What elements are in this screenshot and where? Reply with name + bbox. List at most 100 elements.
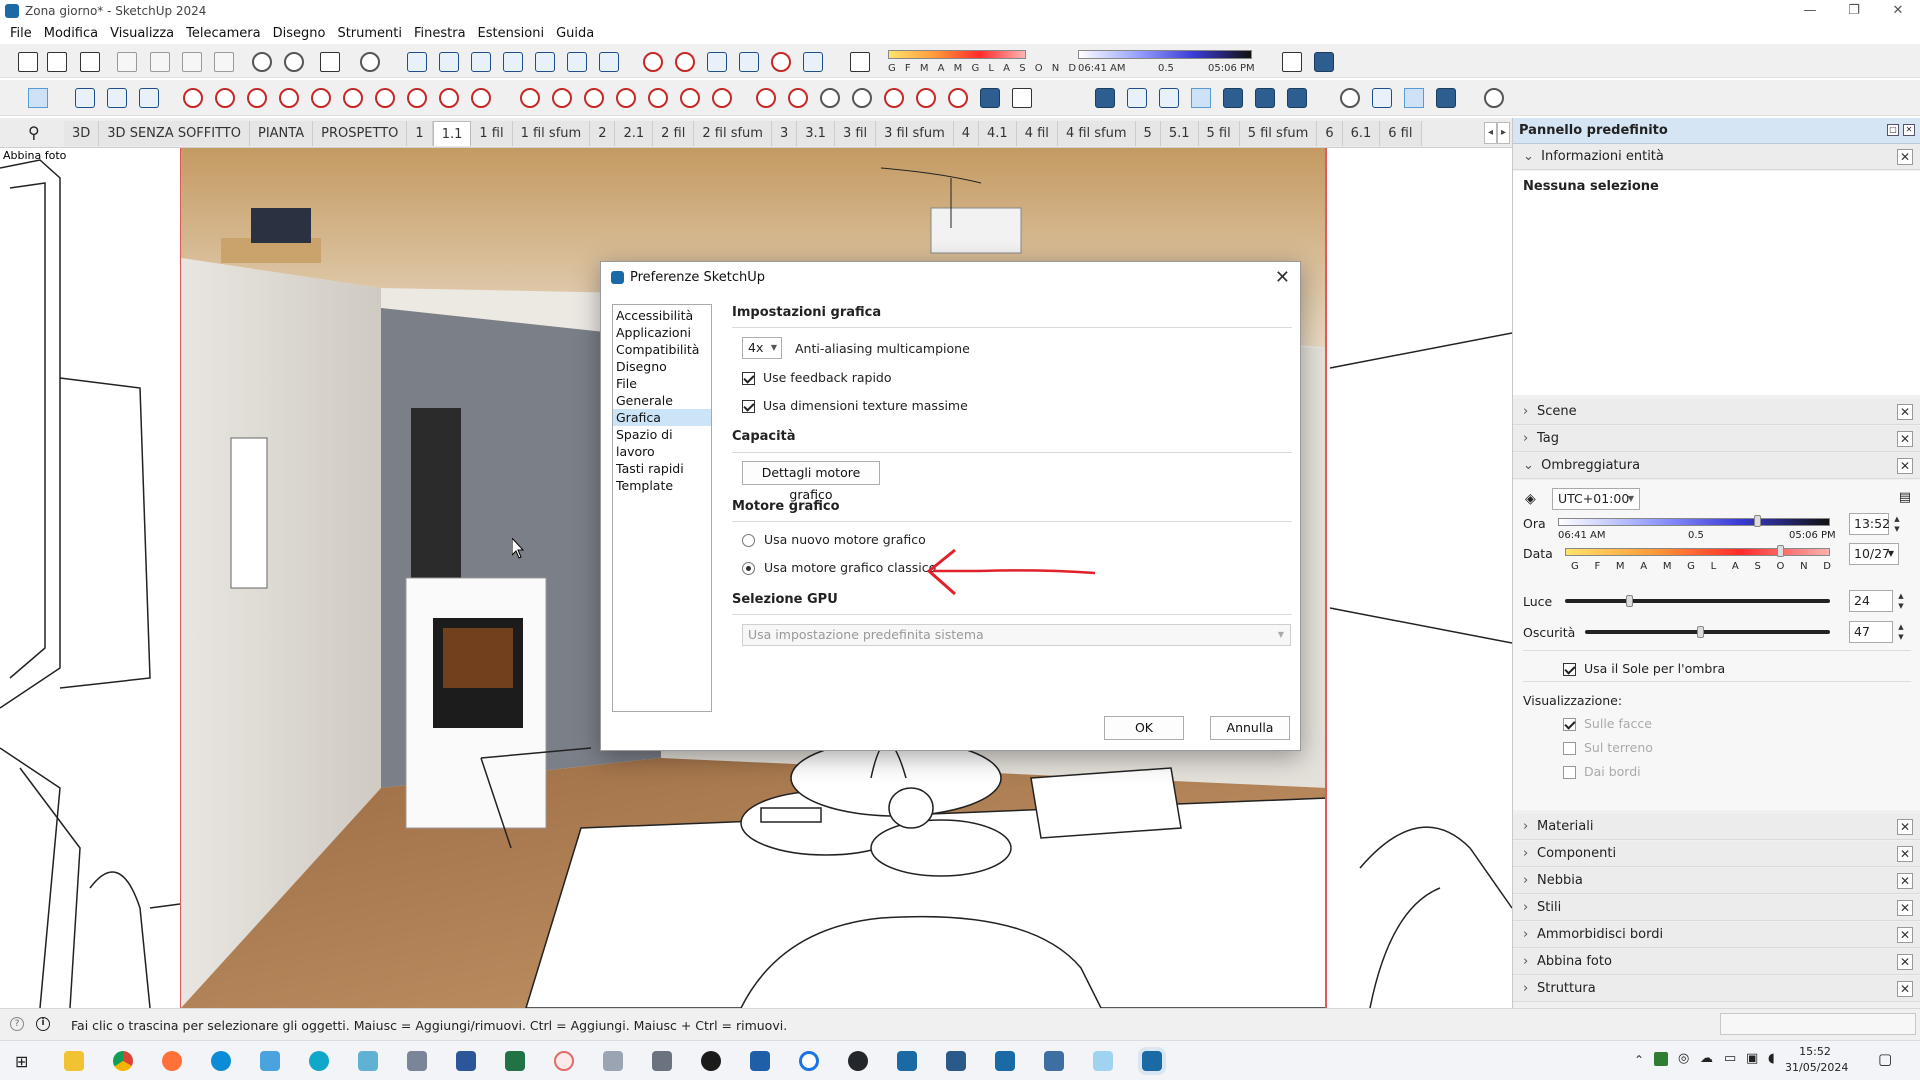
rotate-icon[interactable]: [584, 88, 604, 108]
view-front-icon[interactable]: [471, 52, 491, 72]
tray-section[interactable]: › Componenti ✕: [1513, 841, 1920, 867]
select-tool-icon[interactable]: [28, 88, 48, 108]
date-slider[interactable]: [1565, 548, 1830, 556]
extension-warehouse-icon[interactable]: [1372, 88, 1392, 108]
eraser-icon[interactable]: [850, 52, 870, 72]
help-icon[interactable]: ?: [10, 1017, 24, 1031]
notifications-icon[interactable]: ▢: [1878, 1050, 1892, 1068]
menu-guida[interactable]: Guida: [556, 26, 594, 41]
cancel-button[interactable]: Annulla: [1210, 716, 1290, 740]
pin-icon[interactable]: ▢: [1887, 124, 1899, 136]
scene-tab[interactable]: PIANTA: [249, 121, 314, 146]
follow-me-icon[interactable]: [616, 88, 636, 108]
scene-tab[interactable]: 3D: [64, 121, 100, 146]
category-item[interactable]: Template: [613, 477, 711, 494]
undo-icon[interactable]: [252, 52, 272, 72]
app-icon[interactable]: [554, 1051, 574, 1071]
offset-icon[interactable]: [680, 88, 700, 108]
scene-tab-prev-button[interactable]: ◂: [1484, 122, 1497, 144]
scene-tab[interactable]: 2: [590, 121, 616, 146]
view-top-icon[interactable]: [439, 52, 459, 72]
section-shadows[interactable]: ⌄ Ombreggiatura ✕: [1513, 453, 1920, 479]
app-icon[interactable]: [848, 1051, 868, 1071]
scene-tab[interactable]: 1: [407, 121, 433, 146]
sketchup-icon[interactable]: [897, 1051, 917, 1071]
menu-file[interactable]: File: [10, 26, 32, 41]
close-icon[interactable]: ✕: [1897, 458, 1913, 474]
save-icon[interactable]: [80, 52, 100, 72]
menu-disegno[interactable]: Disegno: [273, 26, 326, 41]
cut-icon[interactable]: [117, 52, 137, 72]
component-icon[interactable]: [75, 88, 95, 108]
scene-tab[interactable]: 1.1: [432, 121, 472, 146]
model-info-icon[interactable]: [360, 52, 380, 72]
app-icon[interactable]: [701, 1051, 721, 1071]
tray-section[interactable]: › Struttura ✕: [1513, 976, 1920, 1002]
windows-start-icon[interactable]: ⊞: [15, 1052, 28, 1071]
scene-tab[interactable]: 6.1: [1342, 121, 1381, 146]
search-icon[interactable]: ⚲: [28, 123, 40, 142]
tray-section[interactable]: › Ammorbidisci bordi ✕: [1513, 922, 1920, 948]
category-item[interactable]: Generale: [613, 392, 711, 409]
style-backedges-icon[interactable]: [1127, 88, 1147, 108]
date-input[interactable]: 10/27 ▼: [1849, 543, 1899, 565]
app-icon[interactable]: [358, 1051, 378, 1071]
menu-modifica[interactable]: Modifica: [44, 26, 98, 41]
scene-tab[interactable]: 2 fil: [653, 121, 695, 146]
dark-slider-thumb[interactable]: [1697, 626, 1705, 638]
close-icon[interactable]: ✕: [1897, 431, 1913, 447]
category-item[interactable]: Grafica: [613, 409, 711, 426]
scene-tab[interactable]: 4: [953, 121, 980, 146]
scene-tab[interactable]: 2 fil sfum: [694, 121, 772, 146]
tray-section[interactable]: › Stili ✕: [1513, 895, 1920, 921]
view-right-icon[interactable]: [503, 52, 523, 72]
move-icon[interactable]: [520, 88, 540, 108]
category-item[interactable]: Spazio di lavoro: [613, 426, 711, 460]
spinner-arrows-icon[interactable]: ▲ ▼: [1894, 622, 1908, 642]
redo-icon[interactable]: [284, 52, 304, 72]
shadow-toggle-icon[interactable]: ◈: [1525, 491, 1536, 507]
close-icon[interactable]: ✕: [1897, 819, 1913, 835]
close-icon[interactable]: ✕: [1897, 149, 1913, 165]
tray-app-icon[interactable]: [1654, 1052, 1668, 1066]
scene-tab[interactable]: 1 fil sfum: [512, 121, 591, 146]
chevron-down-icon[interactable]: ▼: [1888, 544, 1894, 564]
close-window-button[interactable]: ✕: [1876, 0, 1920, 22]
layout-document-icon[interactable]: [1282, 52, 1302, 72]
scene-tab[interactable]: 3 fil: [834, 121, 877, 146]
extension-manager-icon[interactable]: [1404, 88, 1424, 108]
scene-tab[interactable]: 5.1: [1160, 121, 1199, 146]
category-item[interactable]: Disegno: [613, 358, 711, 375]
arc-2pt-icon[interactable]: [407, 88, 427, 108]
shadow-date-slider[interactable]: [888, 50, 1026, 59]
firefox-icon[interactable]: [162, 1051, 182, 1071]
gpu-select[interactable]: Usa impostazione predefinita sistema ▼: [742, 624, 1291, 646]
paint-bucket-icon[interactable]: [107, 88, 127, 108]
scene-tab[interactable]: 3.1: [797, 121, 835, 146]
eraser-tool-icon[interactable]: [139, 88, 159, 108]
view-bottom-icon[interactable]: [599, 52, 619, 72]
scale-icon[interactable]: [648, 88, 668, 108]
pie-icon[interactable]: [471, 88, 491, 108]
rectangle-icon[interactable]: [279, 88, 299, 108]
look-around-icon[interactable]: [980, 88, 1000, 108]
close-icon[interactable]: ✕: [1903, 124, 1915, 136]
fast-feedback-checkbox[interactable]: [742, 372, 755, 385]
app-k-icon[interactable]: [309, 1051, 329, 1071]
scene-tab[interactable]: 4 fil: [1016, 121, 1058, 146]
menu-strumenti[interactable]: Strumenti: [337, 26, 402, 41]
style-shaded-icon[interactable]: [1223, 88, 1243, 108]
use-sun-checkbox[interactable]: [1563, 663, 1576, 676]
dimension-icon[interactable]: [739, 52, 759, 72]
light-input[interactable]: 24 ▲ ▼: [1849, 590, 1904, 612]
ok-button[interactable]: OK: [1104, 716, 1184, 740]
sketchup-icon[interactable]: [995, 1051, 1015, 1071]
paste-icon[interactable]: [182, 52, 202, 72]
close-icon[interactable]: ✕: [1897, 927, 1913, 943]
close-icon[interactable]: ✕: [1897, 404, 1913, 420]
volume-icon[interactable]: ◖: [1768, 1051, 1775, 1066]
word-icon[interactable]: [456, 1051, 476, 1071]
sketchup-active-icon[interactable]: [1142, 1051, 1162, 1071]
from-edges-option[interactable]: Dai bordi: [1563, 764, 1641, 779]
geo-location-icon[interactable]: [1484, 88, 1504, 108]
